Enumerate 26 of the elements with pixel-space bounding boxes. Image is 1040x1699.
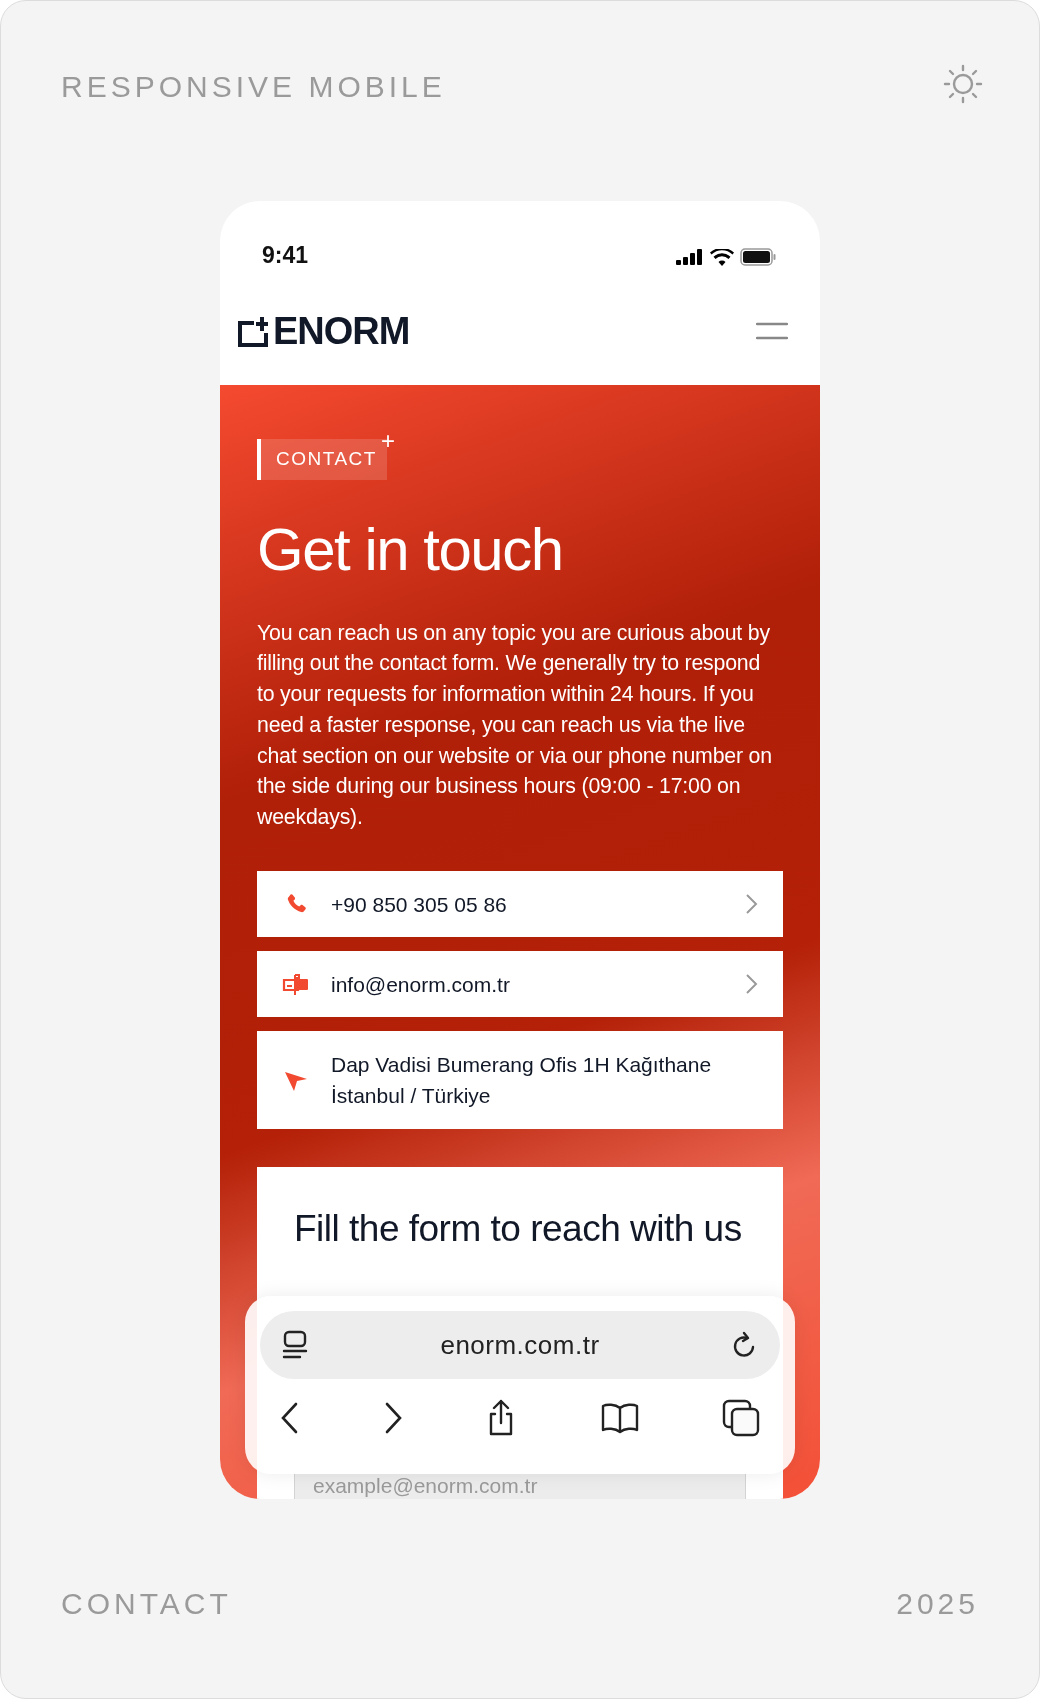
sun-icon[interactable]: [943, 64, 983, 104]
wifi-icon: [710, 248, 734, 266]
tabs-icon[interactable]: [722, 1399, 760, 1437]
book-icon[interactable]: [599, 1402, 640, 1434]
logo-icon: [238, 314, 270, 347]
hero-title: Get in touch: [257, 519, 564, 580]
address-bar[interactable]: enorm.com.tr: [260, 1311, 780, 1379]
url-text: enorm.com.tr: [440, 1328, 600, 1362]
page-label: RESPONSIVE MOBILE: [61, 69, 446, 105]
contact-card[interactable]: info@enorm.com.tr: [257, 951, 783, 1018]
hero-paragraph: You can reach us on any topic you are curious about by filling out the contact form. We generally try to respond to your requests for information within 24 hours. If you need a faster response, you can reach us via the live chat section on our website or via our phone number on the side during our business hours (09:00 - 17:00 on weekdays).: [257, 619, 773, 832]
logo-text[interactable]: ENORM: [273, 311, 410, 350]
year-label: 2025: [896, 1586, 979, 1622]
form-title: Fill the form to reach with us: [294, 1207, 743, 1252]
status-time: 9:41: [262, 240, 309, 270]
battery-icon: [740, 248, 776, 266]
page-menu-icon[interactable]: [282, 1330, 308, 1360]
signal-icon: [676, 249, 704, 265]
contact-text: +90 850 305 05 86: [331, 891, 508, 918]
contact-card[interactable]: +90 850 305 05 86: [257, 871, 783, 938]
mailbox-icon: [282, 971, 310, 998]
menu-icon[interactable]: [756, 320, 788, 341]
contact-text: info@enorm.com.tr: [331, 971, 511, 998]
back-icon[interactable]: [280, 1402, 300, 1434]
contact-text: Dap Vadisi Bumerang Ofis 1H Kağıthane İstanbul / Türkiye: [331, 1052, 713, 1110]
footer-label: CONTACT: [61, 1586, 232, 1622]
